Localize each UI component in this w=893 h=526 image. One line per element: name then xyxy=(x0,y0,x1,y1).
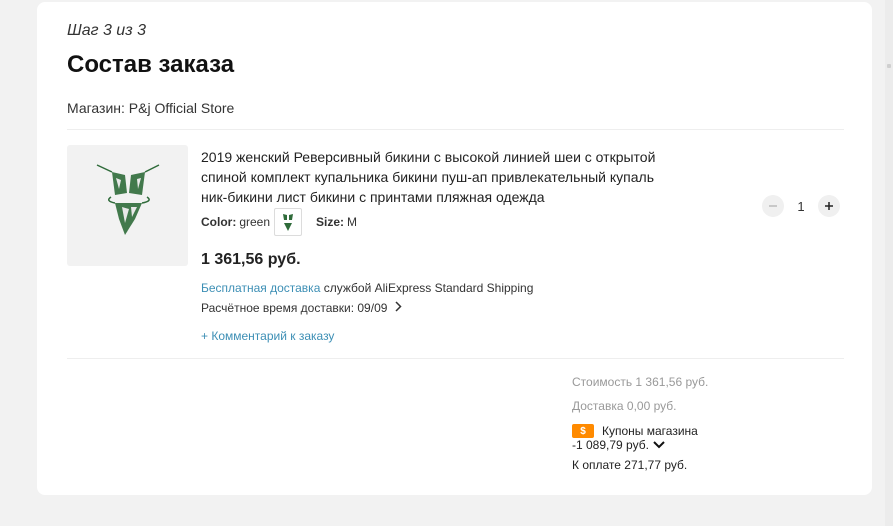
total-label: К оплате xyxy=(572,458,621,472)
bikini-swatch-icon xyxy=(283,214,294,231)
summary-total-row: К оплате 271,77 руб. xyxy=(572,458,842,472)
bikini-image xyxy=(96,164,160,235)
quantity-stepper: 1 xyxy=(762,194,840,218)
summary-cost-row: Стоимость 1 361,56 руб. xyxy=(572,375,842,389)
coupon-label: Купоны магазина xyxy=(602,424,698,438)
delivery-eta-text: Расчётное время доставки: 09/09 xyxy=(201,300,388,315)
product-attributes: Color: green Size: M xyxy=(201,208,357,236)
decrease-quantity-button[interactable] xyxy=(762,195,784,217)
summary-delivery-row: Доставка 0,00 руб. xyxy=(572,399,842,413)
color-swatch xyxy=(274,208,303,236)
store-name: Магазин: P&j Official Store xyxy=(67,100,235,116)
coupon-icon: $ xyxy=(572,424,594,438)
delivery-eta[interactable]: Расчётное время доставки: 09/09 xyxy=(201,300,402,315)
total-value: 271,77 руб. xyxy=(624,458,688,472)
divider xyxy=(67,358,844,359)
increase-quantity-button[interactable] xyxy=(818,195,840,217)
chevron-down-icon[interactable] xyxy=(653,438,665,452)
coupon-value-group[interactable]: -1 089,79 руб. xyxy=(572,438,842,452)
divider xyxy=(67,129,844,130)
plus-icon xyxy=(825,202,833,210)
product-image[interactable] xyxy=(67,145,188,266)
product-title[interactable]: 2019 женский Реверсивный бикини с высоко… xyxy=(201,147,661,207)
step-indicator: Шаг 3 из 3 xyxy=(67,22,146,39)
minus-icon xyxy=(769,205,777,207)
delivery-value: 0,00 руб. xyxy=(626,399,677,413)
delivery-info: Бесплатная доставка службой AliExpress S… xyxy=(201,281,533,295)
add-comment-link[interactable]: + Комментарий к заказу xyxy=(201,329,334,343)
coupon-label-group: $ Купоны магазина xyxy=(572,424,842,438)
color-label: Color: xyxy=(201,215,237,229)
page-scroll-strip xyxy=(885,0,893,526)
delivery-label: Доставка xyxy=(572,399,624,413)
quantity-value[interactable]: 1 xyxy=(784,199,818,214)
summary-coupon-row[interactable]: $ Купоны магазина -1 089,79 руб. xyxy=(572,424,842,452)
cost-label: Стоимость xyxy=(572,375,633,389)
order-composition-card: Шаг 3 из 3 Состав заказа Магазин: P&j Of… xyxy=(37,2,872,495)
delivery-service: службой AliExpress Standard Shipping xyxy=(323,281,534,295)
coupon-value: -1 089,79 руб. xyxy=(572,438,649,452)
size-label: Size: xyxy=(316,215,345,229)
page-title: Состав заказа xyxy=(67,51,235,78)
product-price: 1 361,56 руб. xyxy=(201,251,301,268)
chevron-right-icon xyxy=(395,300,402,315)
cost-value: 1 361,56 руб. xyxy=(635,375,709,389)
size-value: M xyxy=(347,215,358,229)
color-value: green xyxy=(239,215,271,229)
free-delivery-label: Бесплатная доставка xyxy=(201,281,321,295)
scrollbar-thumb[interactable] xyxy=(887,64,891,68)
